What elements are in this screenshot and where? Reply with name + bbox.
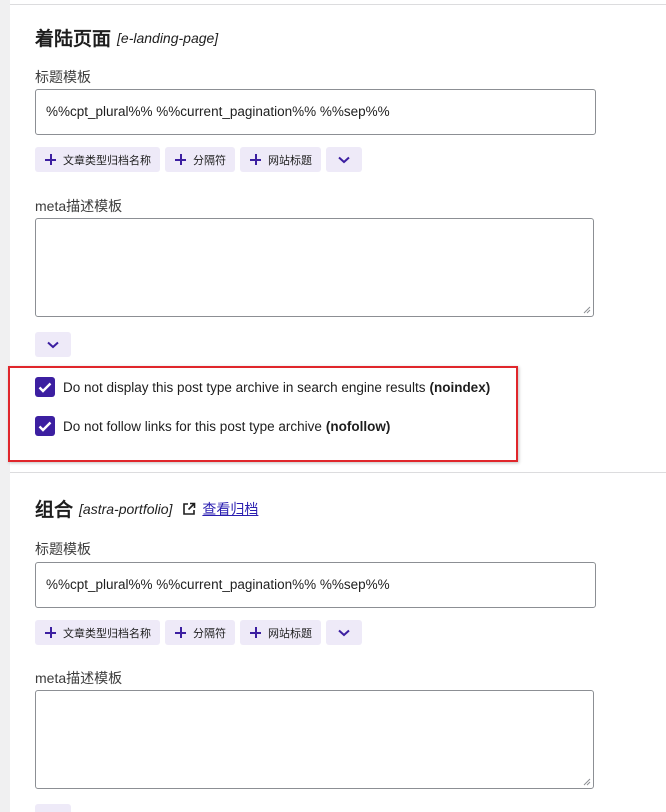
insert-site-title-button[interactable]: 网站标题 bbox=[240, 147, 321, 172]
variable-buttons: 文章类型归档名称 分隔符 网站标题 bbox=[35, 147, 362, 172]
insert-site-title-button[interactable]: 网站标题 bbox=[240, 620, 321, 645]
more-variables-button[interactable] bbox=[326, 620, 362, 645]
insert-archive-name-button[interactable]: 文章类型归档名称 bbox=[35, 620, 160, 645]
plus-icon bbox=[175, 627, 186, 638]
checkmark-icon bbox=[38, 421, 52, 432]
more-variables-button[interactable] bbox=[326, 147, 362, 172]
noindex-option[interactable]: Do not display this post type archive in… bbox=[35, 377, 490, 397]
button-label: 网站标题 bbox=[268, 154, 312, 167]
button-label: 文章类型归档名称 bbox=[63, 627, 151, 640]
noindex-checkbox[interactable] bbox=[35, 377, 55, 397]
section-divider bbox=[10, 472, 666, 473]
nofollow-option[interactable]: Do not follow links for this post type a… bbox=[35, 416, 390, 436]
view-archive-link[interactable]: 查看归档 bbox=[202, 499, 258, 519]
chevron-down-icon bbox=[338, 629, 350, 636]
noindex-label: Do not display this post type archive in… bbox=[63, 379, 426, 395]
plus-icon bbox=[45, 627, 56, 638]
noindex-tag: (noindex) bbox=[429, 379, 491, 395]
meta-variables-button[interactable] bbox=[35, 804, 71, 812]
variable-buttons: 文章类型归档名称 分隔符 网站标题 bbox=[35, 620, 362, 645]
button-label: 分隔符 bbox=[193, 154, 226, 167]
button-label: 文章类型归档名称 bbox=[63, 154, 151, 167]
section-title-text: 着陆页面 bbox=[35, 29, 112, 50]
meta-description-textarea[interactable] bbox=[35, 218, 594, 317]
nofollow-tag: (nofollow) bbox=[325, 418, 391, 434]
post-type-slug: [astra-portfolio] bbox=[79, 500, 173, 517]
resize-handle-icon[interactable] bbox=[583, 306, 591, 314]
button-label: 网站标题 bbox=[268, 627, 312, 640]
checkmark-icon bbox=[38, 382, 52, 393]
section-title-landing-page: 着陆页面 [e-landing-page] bbox=[35, 24, 218, 51]
plus-icon bbox=[175, 154, 186, 165]
meta-description-label: meta描述模板 bbox=[35, 670, 123, 686]
title-template-label: 标题模板 bbox=[35, 541, 91, 557]
meta-variables-button[interactable] bbox=[35, 332, 71, 357]
title-template-label: 标题模板 bbox=[35, 69, 91, 85]
plus-icon bbox=[250, 627, 261, 638]
resize-handle-icon[interactable] bbox=[583, 778, 591, 786]
title-template-input[interactable]: %%cpt_plural%% %%current_pagination%% %%… bbox=[35, 562, 596, 608]
post-type-slug: [e-landing-page] bbox=[117, 29, 219, 46]
button-label: 分隔符 bbox=[193, 627, 226, 640]
insert-separator-button[interactable]: 分隔符 bbox=[165, 620, 235, 645]
meta-description-label: meta描述模板 bbox=[35, 198, 123, 214]
chevron-down-icon bbox=[338, 156, 350, 163]
nofollow-label: Do not follow links for this post type a… bbox=[63, 418, 322, 434]
chevron-down-icon bbox=[47, 341, 59, 348]
title-template-input[interactable]: %%cpt_plural%% %%current_pagination%% %%… bbox=[35, 89, 596, 135]
meta-description-textarea[interactable] bbox=[35, 690, 594, 789]
plus-icon bbox=[250, 154, 261, 165]
insert-archive-name-button[interactable]: 文章类型归档名称 bbox=[35, 147, 160, 172]
plus-icon bbox=[45, 154, 56, 165]
section-divider bbox=[10, 4, 666, 5]
insert-separator-button[interactable]: 分隔符 bbox=[165, 147, 235, 172]
external-link-icon bbox=[183, 502, 196, 515]
section-title-portfolio: 组合 [astra-portfolio] 查看归档 bbox=[35, 495, 258, 522]
section-title-text: 组合 bbox=[35, 500, 74, 521]
nofollow-checkbox[interactable] bbox=[35, 416, 55, 436]
